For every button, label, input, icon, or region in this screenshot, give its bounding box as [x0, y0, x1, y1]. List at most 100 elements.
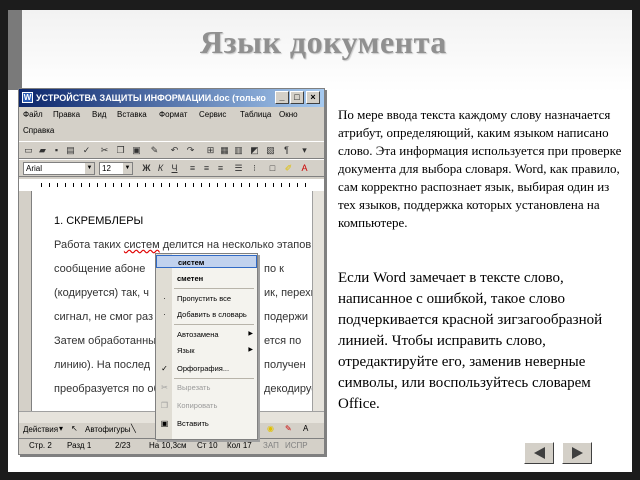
word-titlebar[interactable]: W УСТРОЙСТВА ЗАЩИТЫ ИНФОРМАЦИИ.doc (толь…	[19, 89, 324, 107]
close-button[interactable]: ×	[306, 91, 320, 104]
suggestion-1[interactable]: систем	[156, 255, 257, 268]
slide-frame-left	[0, 0, 8, 480]
document-line: сообщение абоне	[54, 263, 146, 275]
italic-icon[interactable]: К	[155, 163, 166, 174]
standard-toolbar: ▭ ▰ ▪ ▤ ✓ ✂ ❐ ▣ ✎ ↶ ↷ ⊞ ▦ ▥ ◩ ▧ ¶ ▾	[19, 141, 324, 159]
tables-icon[interactable]: ▦	[219, 145, 230, 156]
ignore-all-item[interactable]: · Пропустить все	[156, 292, 257, 305]
prev-slide-button[interactable]	[524, 442, 554, 464]
menu-item-edit[interactable]: Правка	[53, 110, 80, 119]
columns-icon[interactable]: ▥	[233, 145, 244, 156]
document-heading: 1. СКРЕМБЛЕРЫ	[54, 215, 144, 227]
show-hide-icon[interactable]: ¶	[281, 145, 292, 156]
suggestion-2[interactable]: сметен	[156, 272, 257, 285]
minimize-button[interactable]: _	[275, 91, 289, 104]
redo-icon[interactable]: ↷	[185, 145, 196, 156]
border-icon[interactable]: □	[267, 163, 278, 174]
line-color-icon[interactable]: ✎	[285, 424, 292, 433]
menu-item-view[interactable]: Вид	[92, 110, 106, 119]
align-right-icon[interactable]: ≡	[215, 163, 226, 174]
paste-icon[interactable]: ▣	[131, 145, 142, 156]
bullets-icon[interactable]: ⁝	[249, 163, 260, 174]
vertical-scrollbar[interactable]	[312, 191, 324, 411]
menu-bar: Файл Правка Вид Вставка Формат Сервис Та…	[19, 107, 324, 141]
misspelled-word[interactable]: систем	[124, 239, 160, 251]
add-to-dictionary-item[interactable]: · Добавить в словарь	[156, 308, 257, 321]
slide-title: Язык документа	[200, 24, 447, 60]
language-item[interactable]: Язык ▶	[156, 344, 257, 357]
save-icon[interactable]: ▪	[51, 145, 62, 156]
actions-menu[interactable]: Действия	[23, 425, 58, 434]
chevron-down-icon: ▼	[123, 163, 132, 174]
status-ext: ИСПР	[285, 441, 308, 450]
slide-frame-top	[0, 0, 640, 10]
fill-color-icon[interactable]: ◉	[267, 424, 274, 433]
bold-icon[interactable]: Ж	[141, 163, 152, 174]
font-size-combo[interactable]: 12 ▼	[99, 162, 133, 175]
copy-item[interactable]: ❐ Копировать	[156, 399, 257, 412]
underline-icon[interactable]: Ч	[169, 163, 180, 174]
zoom-icon[interactable]: ▾	[299, 145, 310, 156]
ignore-icon: ·	[163, 294, 166, 303]
document-line: преобразуется по обр	[54, 383, 166, 395]
undo-icon[interactable]: ↶	[169, 145, 180, 156]
cut-icon[interactable]: ✂	[99, 145, 110, 156]
status-rec: ЗАП	[263, 441, 279, 450]
print-icon[interactable]: ▤	[65, 145, 76, 156]
spelling-item[interactable]: ✓ Орфография...	[156, 362, 257, 375]
text-color-icon[interactable]: A	[303, 424, 308, 433]
copy-icon[interactable]: ❐	[115, 145, 126, 156]
new-document-icon[interactable]: ▭	[23, 145, 34, 156]
align-left-icon[interactable]: ≡	[187, 163, 198, 174]
paste-item[interactable]: ▣ Вставить	[156, 417, 257, 430]
menu-item-table[interactable]: Таблица	[240, 110, 271, 119]
maximize-button[interactable]: □	[290, 91, 304, 104]
font-color-icon[interactable]: A	[299, 163, 310, 174]
autocorrect-item[interactable]: Автозамена ▶	[156, 328, 257, 341]
numbering-icon[interactable]: ☰	[233, 163, 244, 174]
menu-item-file[interactable]: Файл	[23, 110, 43, 119]
slide-frame-bottom	[0, 472, 640, 480]
dictionary-icon: ·	[163, 310, 166, 319]
menu-item-format[interactable]: Формат	[159, 110, 187, 119]
next-slide-button[interactable]	[562, 442, 592, 464]
slide-frame-right	[632, 0, 640, 480]
copy-icon: ❐	[160, 401, 169, 410]
decor-stripe	[8, 10, 22, 90]
cut-item[interactable]: ✂ Вырезать	[156, 381, 257, 394]
document-line-tail: получен	[264, 359, 306, 371]
play-icon	[572, 447, 583, 459]
document-line-tail: подержи	[264, 311, 308, 323]
spelling-icon[interactable]: ✓	[81, 145, 92, 156]
hyperlink-icon[interactable]: ⊞	[205, 145, 216, 156]
line-icon[interactable]: ╲	[131, 424, 136, 433]
open-icon[interactable]: ▰	[37, 145, 48, 156]
menu-item-insert[interactable]: Вставка	[117, 110, 147, 119]
font-name-combo[interactable]: Arial ▼	[23, 162, 95, 175]
status-section: Разд 1	[67, 441, 92, 450]
pointer-icon[interactable]: ▾	[59, 424, 63, 433]
paste-icon: ▣	[160, 419, 169, 428]
select-objects-icon[interactable]: ↖	[71, 424, 78, 433]
document-line: Работа таких систем делится на несколько…	[54, 239, 312, 251]
doc-map-icon[interactable]: ▧	[265, 145, 276, 156]
format-painter-icon[interactable]: ✎	[149, 145, 160, 156]
document-line: сигнал, не смог раз	[54, 311, 154, 323]
cut-icon: ✂	[161, 383, 168, 392]
menu-item-tools[interactable]: Сервис	[199, 110, 226, 119]
align-center-icon[interactable]: ≡	[201, 163, 212, 174]
autoshapes-menu[interactable]: Автофигуры	[85, 425, 131, 434]
paragraph-spelling: Если Word замечает в тексте слово, напис…	[338, 270, 603, 412]
formatting-toolbar: Arial ▼ 12 ▼ Ж К Ч ≡ ≡ ≡ ☰ ⁝ □ ✐ A	[19, 159, 324, 177]
spelling-context-menu: систем сметен · Пропустить все · Добавить …	[155, 253, 258, 440]
word-app-icon: W	[22, 92, 33, 103]
paragraph-language: По мере ввода текста каждому слову назна…	[338, 107, 622, 230]
back-icon	[534, 447, 545, 459]
document-line: линию). На послед	[54, 359, 151, 371]
highlight-icon[interactable]: ✐	[283, 163, 294, 174]
vertical-ruler[interactable]	[19, 191, 32, 411]
menu-item-help[interactable]: Справка	[23, 126, 54, 135]
menu-item-window[interactable]: Окно	[279, 110, 298, 119]
drawing-icon[interactable]: ◩	[249, 145, 260, 156]
font-size-value: 12	[102, 164, 111, 173]
